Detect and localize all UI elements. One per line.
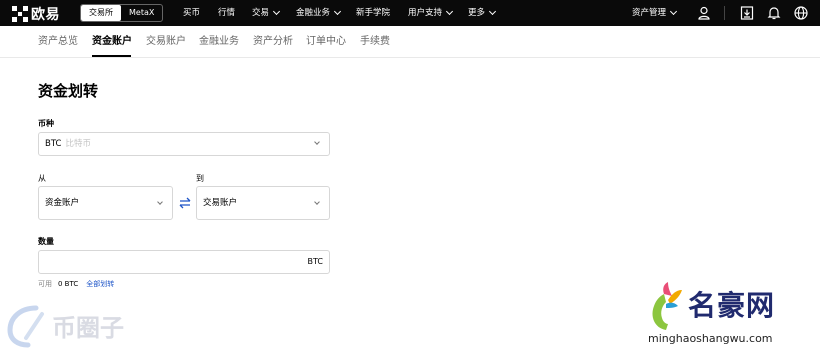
nav-label: 新手学院 xyxy=(356,8,391,18)
chevron-down-icon xyxy=(669,7,678,16)
nav-label: 资产管理 xyxy=(632,8,667,18)
amount-input[interactable]: BTC xyxy=(38,250,330,274)
logo-mark-icon xyxy=(12,6,28,22)
switch-exchange[interactable]: 交易所 xyxy=(81,5,121,21)
currency-label: 币种 xyxy=(38,119,54,128)
account-subnav: 资产总览 资金账户 交易账户 金融业务 资产分析 订单中心 手续费 xyxy=(0,26,820,58)
from-account-value: 资金账户 xyxy=(45,198,80,208)
exchange-wallet-switch: 交易所 MetaX xyxy=(80,4,164,22)
nav-label: 更多 xyxy=(468,8,486,18)
chevron-down-icon xyxy=(157,199,163,205)
to-account-value: 交易账户 xyxy=(203,198,238,208)
nav-learn[interactable]: 新手学院 xyxy=(356,0,390,26)
nav-more[interactable]: 更多 xyxy=(468,0,497,26)
amount-label: 数量 xyxy=(38,237,54,246)
watermark-right: 名豪网 minghaoshangwu.com xyxy=(640,280,820,354)
logo-text: 欧易 xyxy=(31,7,60,23)
nav-label: 交易 xyxy=(252,8,270,18)
chevron-down-icon xyxy=(488,7,497,16)
chevron-down-icon xyxy=(314,139,320,145)
chevron-down-icon xyxy=(333,7,342,16)
amount-unit: BTC xyxy=(307,257,324,266)
watermark-left: 币圈子 xyxy=(0,296,160,354)
tab-finance[interactable]: 金融业务 xyxy=(199,26,239,58)
user-icon[interactable] xyxy=(696,5,712,21)
chevron-down-icon xyxy=(314,199,320,205)
watermark-right-brand: 名豪网 xyxy=(688,289,776,322)
watermark-person-logo-icon xyxy=(652,282,682,330)
nav-label: 买币 xyxy=(183,8,201,18)
tab-fees[interactable]: 手续费 xyxy=(360,26,390,58)
nav-label: 金融业务 xyxy=(296,8,331,18)
tab-funding-account[interactable]: 资金账户 xyxy=(92,26,132,58)
watermark-left-text: 币圈子 xyxy=(52,314,124,342)
tab-asset-overview[interactable]: 资产总览 xyxy=(38,26,78,58)
nav-trade[interactable]: 交易 xyxy=(252,0,281,26)
chevron-down-icon xyxy=(272,7,281,16)
available-value: 0 BTC xyxy=(58,280,79,288)
to-account-select[interactable]: 交易账户 xyxy=(196,186,330,220)
nav-support[interactable]: 用户支持 xyxy=(408,0,454,26)
switch-metax[interactable]: MetaX xyxy=(121,5,162,21)
currency-select[interactable]: BTC 比特币 xyxy=(38,132,330,156)
bell-icon[interactable] xyxy=(766,5,782,21)
currency-name: 比特币 xyxy=(65,139,91,149)
from-label: 从 xyxy=(38,174,46,183)
currency-value: BTC 比特币 xyxy=(45,133,91,155)
globe-icon[interactable] xyxy=(793,5,809,21)
nav-markets[interactable]: 行情 xyxy=(218,0,235,26)
watermark-logo-icon xyxy=(7,305,44,348)
okx-logo[interactable]: 欧易 xyxy=(12,4,60,24)
currency-code: BTC xyxy=(45,139,62,149)
tab-trading-account[interactable]: 交易账户 xyxy=(146,26,186,58)
watermark-right-url: minghaoshangwu.com xyxy=(648,332,773,345)
to-label: 到 xyxy=(196,174,204,183)
download-icon[interactable] xyxy=(739,5,755,21)
swap-direction-icon[interactable] xyxy=(178,196,192,210)
nav-label: 用户支持 xyxy=(408,8,443,18)
nav-finance[interactable]: 金融业务 xyxy=(296,0,342,26)
nav-label: 行情 xyxy=(218,8,236,18)
active-tab-indicator xyxy=(92,55,131,57)
nav-buy-crypto[interactable]: 买币 xyxy=(183,0,200,26)
tab-order-center[interactable]: 订单中心 xyxy=(306,26,346,58)
transfer-all-link[interactable]: 全部划转 xyxy=(86,280,114,288)
chevron-down-icon xyxy=(445,7,454,16)
available-balance: 可用 0 BTC 全部划转 xyxy=(38,279,114,289)
divider xyxy=(724,6,725,20)
page-title: 资金划转 xyxy=(38,82,99,100)
available-label: 可用 xyxy=(38,280,52,288)
tab-asset-analysis[interactable]: 资产分析 xyxy=(253,26,293,58)
from-account-select[interactable]: 资金账户 xyxy=(38,186,173,220)
top-nav: 欧易 交易所 MetaX 买币 行情 交易 金融业务 新手学院 用户支持 更多 … xyxy=(0,0,820,26)
nav-asset-management[interactable]: 资产管理 xyxy=(632,0,678,26)
